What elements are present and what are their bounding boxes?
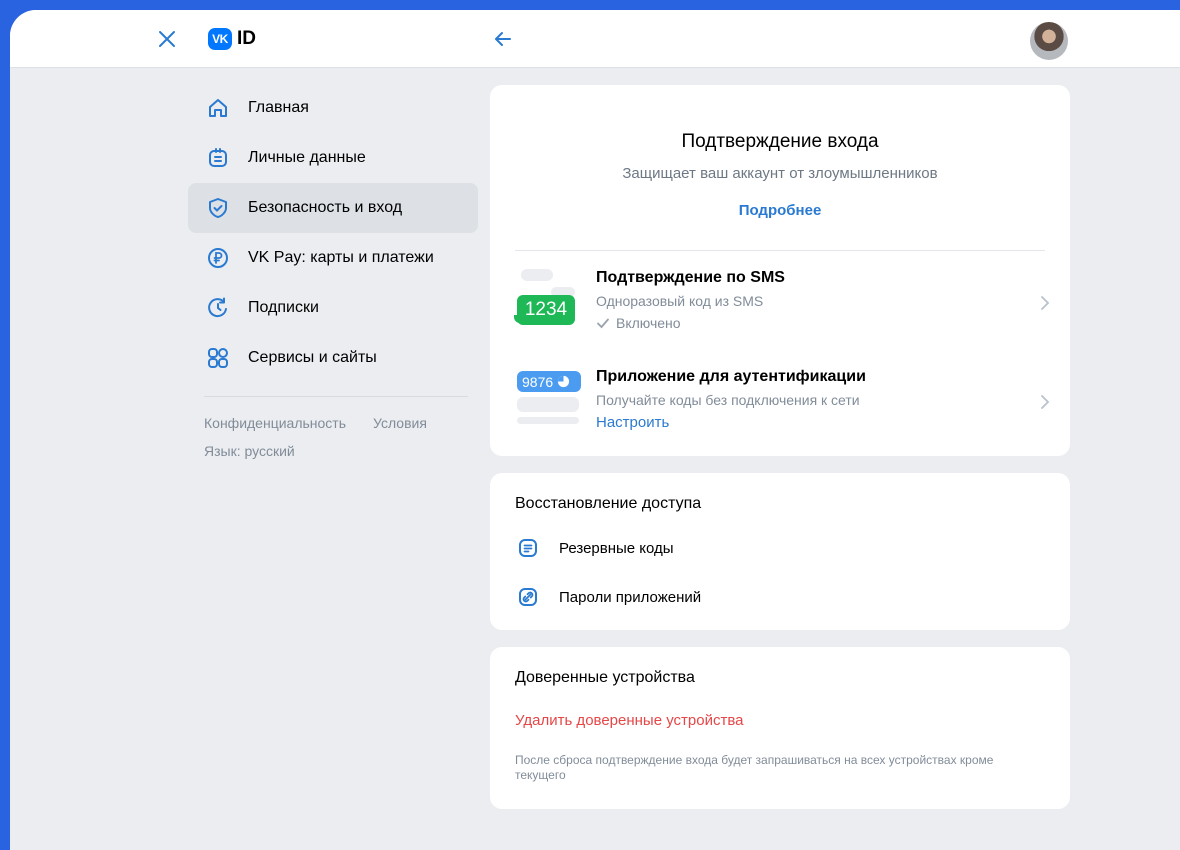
document-list-icon <box>515 535 541 561</box>
sidebar-nav: Главная Личные данные Безопасность и вхо… <box>188 83 478 459</box>
status-text: Включено <box>616 315 681 331</box>
app-description: Получайте коды без подключения к сети <box>596 392 860 408</box>
authenticator-app-row[interactable]: 9876 Приложение для аутентификации Получ… <box>490 368 1070 438</box>
sidebar-item-personal-data[interactable]: Личные данные <box>188 133 478 183</box>
top-bar: VK ID <box>10 10 1180 68</box>
placeholder-bar <box>517 397 579 412</box>
placeholder-bar <box>517 417 579 424</box>
row-label: Пароли приложений <box>559 588 702 606</box>
terms-link[interactable]: Условия <box>373 415 427 431</box>
sms-code-bubble: 1234 <box>514 295 575 325</box>
arrow-back-icon[interactable] <box>493 29 513 49</box>
sidebar-item-label: Сервисы и сайты <box>248 349 377 366</box>
apps-icon <box>204 344 232 372</box>
card-subtitle: Защищает ваш аккаунт от злоумышленников <box>622 165 938 182</box>
sidebar-item-label: Подписки <box>248 299 319 316</box>
sidebar-item-subscriptions[interactable]: Подписки <box>188 283 478 333</box>
sidebar-item-label: Главная <box>248 99 309 116</box>
sms-confirmation-row[interactable]: 1234 Подтверждение по SMS Одноразовый ко… <box>490 269 1070 339</box>
more-link[interactable]: Подробнее <box>490 202 1070 219</box>
backup-codes-row[interactable]: Резервные коды <box>515 533 674 563</box>
avatar[interactable] <box>1030 22 1068 60</box>
divider <box>515 250 1045 251</box>
app-passwords-row[interactable]: Пароли приложений <box>515 582 701 612</box>
placeholder-bar <box>521 269 553 281</box>
sidebar-item-vk-pay[interactable]: VK Pay: карты и платежи <box>188 233 478 283</box>
sidebar-item-services[interactable]: Сервисы и сайты <box>188 333 478 383</box>
key-link-icon <box>515 584 541 610</box>
access-recovery-card: Восстановление доступа Резервные коды Па… <box>490 473 1070 630</box>
setup-link[interactable]: Настроить <box>596 414 669 431</box>
chevron-right-icon <box>1041 296 1050 310</box>
app-code-bubble: 9876 <box>517 371 581 392</box>
refresh-icon <box>204 294 232 322</box>
sms-description: Одноразовый код из SMS <box>596 293 764 309</box>
privacy-link[interactable]: Конфиденциальность <box>204 415 346 431</box>
card-title: Восстановление доступа <box>515 495 702 512</box>
card-title: Доверенные устройства <box>515 669 695 686</box>
sidebar-footer: Конфиденциальность Условия Язык: русский <box>188 415 478 459</box>
sidebar-item-security[interactable]: Безопасность и вход <box>188 183 478 233</box>
timer-icon <box>558 375 570 388</box>
sms-status: Включено <box>596 315 681 331</box>
app-code: 9876 <box>522 373 554 390</box>
app-window: VK ID Главная Личные данные Безопасность… <box>10 10 1180 850</box>
home-icon <box>204 94 232 122</box>
check-icon <box>597 318 609 329</box>
delete-trusted-devices-button[interactable]: Удалить доверенные устройства <box>515 712 744 729</box>
logo-text: ID <box>237 28 256 49</box>
app-illustration: 9876 <box>517 368 581 440</box>
vk-logo-badge: VK <box>208 28 232 50</box>
sidebar-item-label: VK Pay: карты и платежи <box>248 249 434 266</box>
sidebar-item-label: Безопасность и вход <box>248 199 403 216</box>
reset-note: После сброса подтверждение входа будет з… <box>515 753 994 782</box>
sms-illustration: 1234 <box>514 269 579 339</box>
sidebar-item-home[interactable]: Главная <box>188 83 478 133</box>
login-confirmation-card: Подтверждение входа Защищает ваш аккаунт… <box>490 85 1070 456</box>
chevron-right-icon <box>1041 395 1050 409</box>
close-icon[interactable] <box>157 29 177 49</box>
app-title: Приложение для аутентификации <box>596 368 866 385</box>
ruble-icon <box>204 244 232 272</box>
row-label: Резервные коды <box>559 539 674 557</box>
trusted-devices-card: Доверенные устройства Удалить доверенные… <box>490 647 1070 809</box>
card-title: Подтверждение входа <box>681 131 879 152</box>
sidebar-item-label: Личные данные <box>248 149 366 166</box>
id-card-icon <box>204 144 232 172</box>
shield-icon <box>204 194 232 222</box>
vk-id-logo[interactable]: VK ID <box>208 28 256 50</box>
language-selector[interactable]: Язык: русский <box>204 443 478 459</box>
sidebar-divider <box>204 396 468 397</box>
sms-title: Подтверждение по SMS <box>596 269 785 286</box>
